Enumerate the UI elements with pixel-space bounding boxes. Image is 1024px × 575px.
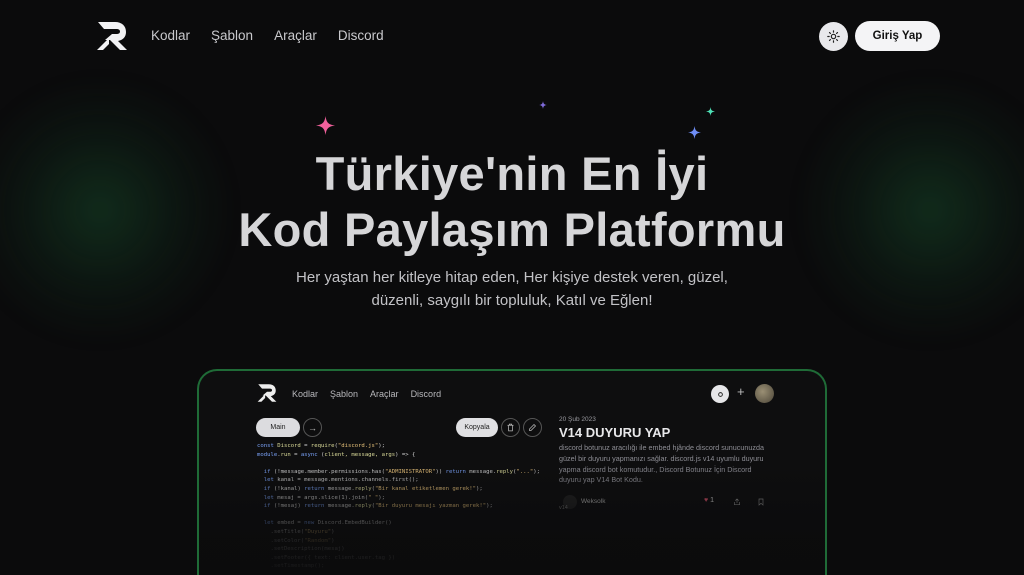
hero-subtitle-line1: Her yaştan her kitleye hitap eden, Her k… bbox=[296, 269, 728, 286]
post-title: V14 DUYURU YAP bbox=[559, 425, 671, 440]
heart-icon: ♥ bbox=[704, 497, 709, 504]
preview-post-card: 20 Şub 2023 V14 DUYURU YAP discord botun… bbox=[559, 416, 769, 486]
sparkle-pink-icon bbox=[316, 116, 335, 135]
arrow-right-icon: → bbox=[303, 418, 322, 437]
hero-subtitle-line2: düzenli, saygılı bir topluluk, Katıl ve … bbox=[371, 292, 653, 309]
plus-icon: + bbox=[737, 384, 745, 399]
login-button[interactable]: Giriş Yap bbox=[855, 21, 940, 51]
hero-subtitle: Her yaştan her kitleye hitap eden, Her k… bbox=[262, 266, 762, 312]
nav-link-araclar[interactable]: Araçlar bbox=[274, 28, 317, 43]
preview-main-button: Main bbox=[256, 418, 300, 437]
preview-copy-button: Kopyala bbox=[456, 418, 498, 437]
main-nav: Kodlar Şablon Araçlar Discord bbox=[151, 28, 405, 43]
hero-title-line1: Türkiye'nin En İyi bbox=[315, 147, 709, 200]
post-tag: v14 bbox=[559, 505, 568, 511]
post-description: discord botunuz aracılığı ile embed hjân… bbox=[559, 443, 764, 485]
bookmark-icon bbox=[758, 498, 764, 506]
nav-link-sablon[interactable]: Şablon bbox=[211, 28, 253, 43]
like-count-value: 1 bbox=[710, 497, 715, 504]
preview-nav-link: Şablon bbox=[330, 389, 359, 399]
preview-nav-link: Discord bbox=[410, 389, 442, 399]
trash-icon bbox=[501, 418, 520, 437]
sun-icon bbox=[717, 391, 723, 397]
preview-code-block: const Discord = require("discord.js"); m… bbox=[257, 443, 540, 570]
top-navbar: Kodlar Şablon Araçlar Discord Giriş Yap bbox=[0, 0, 1024, 72]
sun-icon bbox=[827, 30, 840, 43]
share-icon bbox=[734, 498, 740, 505]
preview-nav: Kodlar Şablon Araçlar Discord bbox=[292, 389, 453, 399]
hero-title: Türkiye'nin En İyi Kod Paylaşım Platform… bbox=[0, 146, 1024, 258]
preview-theme-button bbox=[711, 385, 729, 403]
sparkle-purple-icon bbox=[539, 101, 547, 109]
post-author: Weksolk bbox=[581, 498, 606, 505]
preview-logo bbox=[257, 384, 277, 402]
site-logo[interactable] bbox=[96, 20, 128, 52]
preview-nav-link: Araçlar bbox=[370, 389, 399, 399]
sparkle-teal-icon bbox=[706, 107, 715, 116]
theme-toggle-button[interactable] bbox=[819, 22, 848, 51]
site-preview-frame: Kodlar Şablon Araçlar Discord + Main → K… bbox=[197, 369, 827, 575]
edit-icon bbox=[523, 418, 542, 437]
post-footer: v14 Weksolk ♥ 1 bbox=[559, 495, 769, 511]
nav-link-discord[interactable]: Discord bbox=[338, 28, 384, 43]
post-date: 20 Şub 2023 bbox=[559, 416, 596, 423]
preview-avatar bbox=[755, 384, 774, 403]
nav-link-kodlar[interactable]: Kodlar bbox=[151, 28, 190, 43]
preview-nav-link: Kodlar bbox=[292, 389, 319, 399]
hero-title-line2: Kod Paylaşım Platformu bbox=[238, 203, 786, 256]
like-count: ♥ 1 bbox=[704, 497, 714, 504]
sparkle-blue-icon bbox=[688, 126, 701, 139]
